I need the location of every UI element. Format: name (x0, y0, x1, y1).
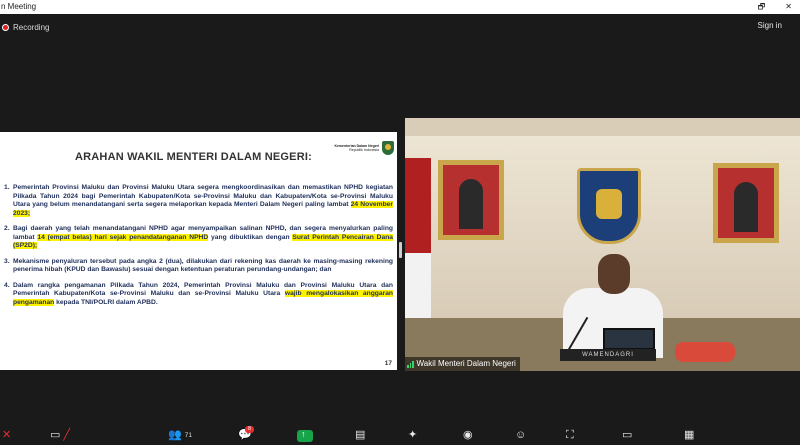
item-text-body: Mekanisme penyaluran tersebut pada angka… (13, 257, 393, 274)
item-number: 4. (4, 281, 10, 289)
meeting-window: Recording Sign in ARAHAN WAKIL MENTERI D… (0, 14, 800, 445)
list-item: 2. Bagi daerah yang telah menandatangani… (4, 225, 394, 251)
participants-count: 71 (184, 432, 192, 439)
portrait-right (713, 163, 779, 243)
whiteboard-icon[interactable]: ▭ (622, 430, 632, 441)
tablet-device (603, 328, 655, 350)
item-number: 2. (4, 225, 10, 232)
window-title: n Meeting (1, 2, 37, 11)
chat-button[interactable]: 💬 8 (238, 426, 254, 441)
notes-icon[interactable]: ▦ (684, 430, 694, 441)
desk-nameplate: WAMENDAGRI (560, 349, 656, 361)
window-controls: 🗗 ✕ (758, 0, 792, 14)
signal-strength-icon (407, 360, 414, 368)
apps-icon[interactable]: ⛶ (566, 430, 574, 441)
signal-bar (407, 364, 409, 368)
meeting-toolbar: ✕ ▭╱ 👥 71 💬 8 ▤ ✦ ◉ ☺ ⛶ ▭ ▦ (0, 424, 800, 445)
participants-button[interactable]: 👥 71 (168, 430, 192, 441)
slide-page-number: 17 (384, 360, 392, 367)
signal-bar (412, 360, 414, 368)
slide-directive-list: 1. Pemerintah Provinsi Maluku dan Provin… (4, 184, 394, 314)
share-screen-button[interactable] (297, 429, 313, 442)
participants-icon: 👥 (168, 429, 182, 441)
item-text-body: Pemerintah Provinsi Maluku dan Provinsi … (13, 184, 393, 208)
speaker-video[interactable]: WAMENDAGRI (405, 118, 800, 371)
window-titlebar: n Meeting 🗗 ✕ (0, 0, 800, 14)
shared-slide: ARAHAN WAKIL MENTERI DALAM NEGERI: Kemen… (0, 132, 397, 370)
ai-companion-icon[interactable]: ✦ (408, 430, 417, 441)
resize-handle[interactable] (399, 242, 402, 258)
list-item: 3. Mekanisme penyaluran tersebut pada an… (4, 258, 393, 275)
participant-name-label: Wakil Menteri Dalam Negeri (405, 357, 520, 371)
item-text: Dalam rangka pengamanan Pilkada Tahun 20… (13, 282, 394, 308)
recording-label: Recording (13, 23, 50, 32)
portrait-image (443, 165, 499, 235)
flower-arrangement (675, 342, 735, 362)
close-button[interactable]: ✕ (785, 0, 792, 14)
ministry-emblem-icon (577, 168, 641, 244)
slide-org-label: Kementerian Dalam Negeri Republik Indone… (315, 144, 379, 152)
item-text: Bagi daerah yang telah menandatangani NP… (13, 225, 394, 251)
video-wall-strip (405, 118, 800, 136)
recording-dot-icon (2, 24, 9, 31)
item-text-body: kepada TNI/POLRI dalam APBD. (54, 298, 158, 306)
portrait-left (438, 160, 504, 240)
item-number: 1. (4, 184, 10, 191)
restore-button[interactable]: 🗗 (758, 0, 766, 14)
item-number: 3. (4, 257, 10, 265)
sign-in-button[interactable]: Sign in (758, 21, 782, 30)
video-off-slash-icon: ╱ (63, 429, 71, 441)
signal-bar (409, 362, 411, 368)
reactions-icon[interactable]: ☺ (515, 430, 526, 441)
item-text: Mekanisme penyaluran tersebut pada angka… (13, 258, 393, 275)
portrait-image (718, 168, 774, 238)
list-item: 1. Pemerintah Provinsi Maluku dan Provin… (4, 184, 393, 218)
item-text-body: yang dibuktikan dengan (208, 233, 293, 241)
item-text: Pemerintah Provinsi Maluku dan Provinsi … (13, 184, 393, 218)
kemendagri-logo-icon (382, 141, 394, 155)
participant-name: Wakil Menteri Dalam Negeri (416, 359, 516, 368)
recording-indicator[interactable]: Recording (2, 23, 49, 32)
summary-icon[interactable]: ▤ (355, 430, 365, 441)
share-screen-icon (297, 429, 313, 442)
speaker-head (598, 254, 630, 294)
chat-unread-badge: 8 (245, 426, 254, 433)
slide-title: ARAHAN WAKIL MENTERI DALAM NEGERI: (75, 151, 312, 163)
list-item: 4. Dalam rangka pengamanan Pilkada Tahun… (4, 281, 394, 308)
stop-video-icon[interactable]: ▭ ╱ (50, 430, 70, 441)
record-icon[interactable]: ◉ (463, 430, 473, 441)
item-highlight: 14 (empat belas) hari sejak penandatanga… (37, 233, 209, 241)
org-subtitle: Republik Indonesia (349, 148, 379, 152)
mute-mic-icon[interactable]: ✕ (2, 430, 11, 441)
